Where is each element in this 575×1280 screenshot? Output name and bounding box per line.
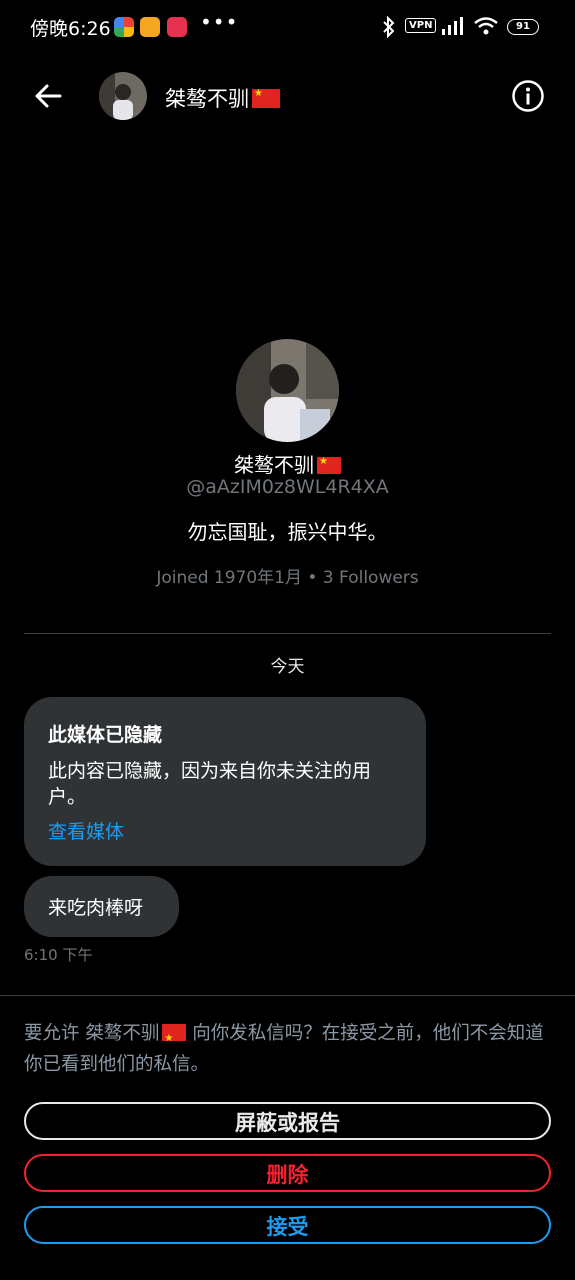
prompt-text-start: 要允许 桀骜不驯 bbox=[24, 1023, 160, 1044]
divider bbox=[0, 995, 575, 996]
message-timestamp: 6:10 下午 bbox=[24, 946, 93, 964]
info-icon[interactable] bbox=[511, 79, 545, 113]
message-request-prompt: 要允许 桀骜不驯 向你发私信吗？在接受之前，他们不会知道你已看到他们的私信。 bbox=[24, 1018, 554, 1080]
profile-name: 桀骜不驯 bbox=[0, 449, 575, 478]
bluetooth-icon bbox=[383, 16, 395, 38]
profile-handle: @aAzIM0z8WL4R4XA bbox=[186, 476, 389, 498]
hidden-media-title: 此媒体已隐藏 bbox=[48, 724, 163, 746]
accept-button[interactable]: 接受 bbox=[24, 1206, 551, 1244]
status-time: 傍晚6:26 bbox=[30, 18, 111, 40]
game-app-icon bbox=[140, 17, 160, 37]
date-separator: 今天 bbox=[270, 657, 305, 677]
vpn-icon: VPN bbox=[405, 18, 437, 33]
message-text: 来吃肉棒呀 bbox=[48, 897, 144, 919]
browser-app-icon bbox=[114, 17, 134, 37]
profile-bio: 勿忘国耻，振兴中华。 bbox=[187, 520, 388, 544]
profile-meta: Joined 1970年1月 • 3 Followers bbox=[156, 568, 419, 588]
header-avatar[interactable] bbox=[99, 72, 147, 120]
header-username[interactable]: 桀骜不驯 bbox=[165, 83, 280, 113]
china-flag-icon bbox=[252, 88, 280, 108]
block-or-report-button[interactable]: 屏蔽或报告 bbox=[24, 1102, 551, 1140]
profile-avatar[interactable] bbox=[236, 339, 339, 442]
hidden-media-text: 此内容已隐藏，因为来自你未关注的用户。 bbox=[48, 760, 372, 808]
header-username-text: 桀骜不驯 bbox=[165, 87, 249, 111]
video-app-icon bbox=[167, 17, 187, 37]
china-flag-icon bbox=[162, 1023, 187, 1054]
china-flag-icon bbox=[317, 456, 341, 474]
back-arrow-icon[interactable] bbox=[32, 80, 64, 112]
signal-icon bbox=[442, 17, 463, 35]
divider bbox=[24, 633, 551, 634]
profile-name-text: 桀骜不驯 bbox=[234, 453, 314, 477]
battery-icon: 91 bbox=[507, 19, 539, 35]
view-media-link[interactable]: 查看媒体 bbox=[48, 817, 124, 844]
delete-button[interactable]: 删除 bbox=[24, 1154, 551, 1192]
more-notifications-icon: ••• bbox=[200, 10, 239, 34]
wifi-icon bbox=[474, 17, 498, 35]
